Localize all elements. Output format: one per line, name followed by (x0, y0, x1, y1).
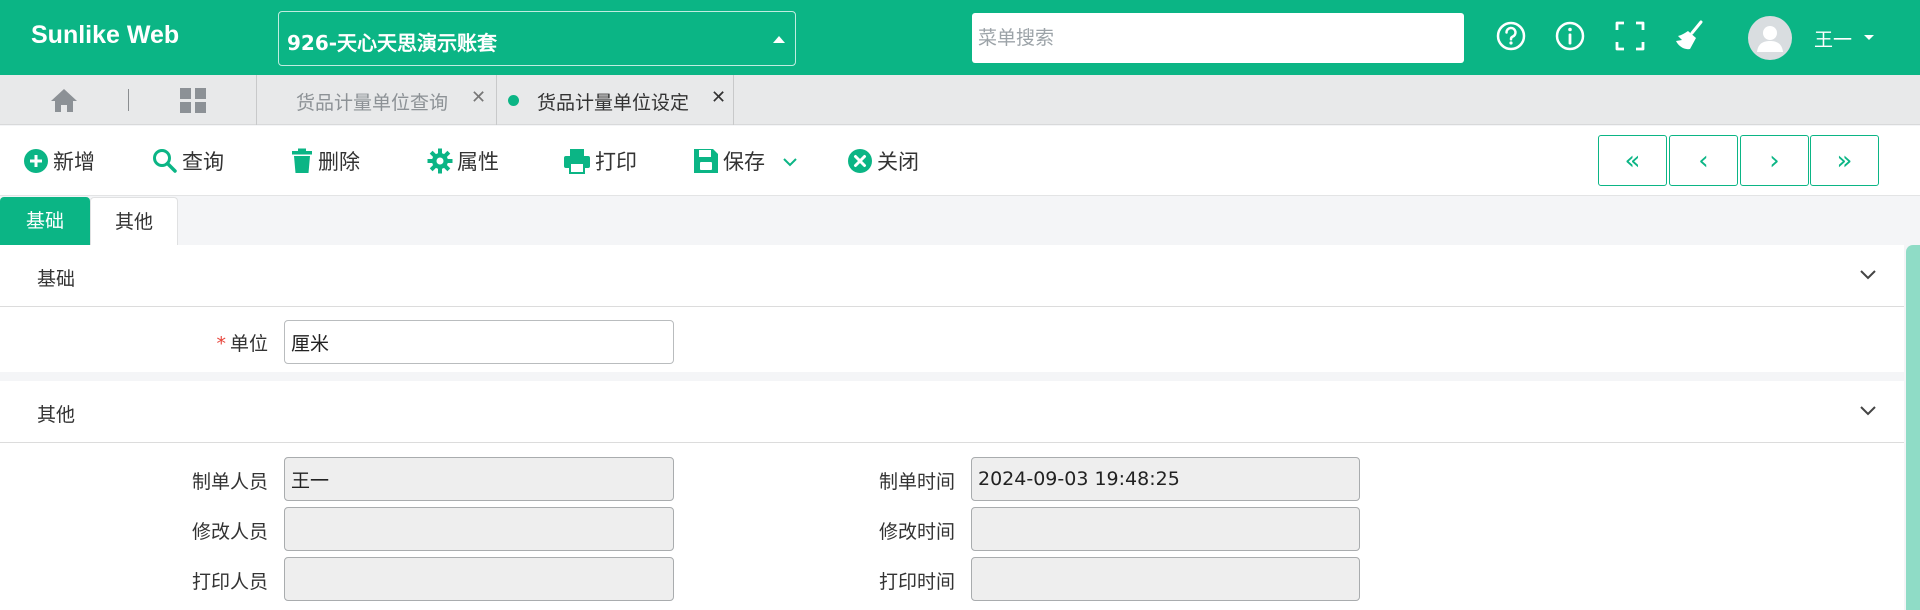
modify-time-label: 修改时间 (878, 521, 955, 543)
close-label: 关闭 (877, 150, 919, 174)
new-button[interactable]: 新增 (23, 144, 95, 178)
menu-search-input[interactable] (972, 13, 1464, 63)
properties-label: 属性 (457, 150, 499, 174)
fullscreen-icon[interactable] (1613, 19, 1647, 53)
tab-strip: 货品计量单位查询 ✕ 货品计量单位设定 ✕ (0, 75, 1920, 125)
trash-icon (292, 148, 312, 173)
print-time-field[interactable] (971, 557, 1360, 601)
top-header: Sunlike Web 926-天心天思演示账套 王一 (0, 0, 1920, 75)
next-record-button[interactable]: › (1740, 135, 1809, 186)
printer-icon (564, 149, 590, 174)
home-icon[interactable] (50, 87, 78, 113)
first-record-button[interactable]: « (1598, 135, 1667, 186)
delete-button[interactable]: 删除 (290, 144, 360, 178)
form-tab-basic[interactable]: 基础 (0, 197, 90, 245)
user-icon (1757, 26, 1783, 52)
unit-label-text: 单位 (229, 333, 268, 355)
section-header-other[interactable]: 其他 (0, 381, 1904, 443)
unit-label: * 单位 (68, 329, 268, 356)
section-title: 其他 (37, 404, 76, 426)
gear-icon (427, 148, 453, 174)
tab-label: 货品计量单位查询 (296, 92, 449, 114)
tab-unit-query[interactable]: 货品计量单位查询 ✕ (256, 75, 496, 125)
chevron-down-icon[interactable] (1864, 35, 1874, 40)
tab-unit-settings[interactable]: 货品计量单位设定 ✕ (496, 75, 734, 125)
printer-field[interactable] (284, 557, 674, 601)
close-circle-icon (848, 149, 872, 173)
help-icon[interactable] (1494, 19, 1528, 53)
plus-circle-icon (24, 149, 48, 173)
toolbar: 新增 查询 删除 属性 打印 保存 关闭 « ‹ › » (0, 126, 1920, 196)
properties-button[interactable]: 属性 (427, 144, 499, 178)
prev-record-button[interactable]: ‹ (1669, 135, 1738, 186)
delete-label: 删除 (318, 150, 360, 174)
save-button[interactable]: 保存 (693, 144, 765, 178)
required-marker: * (216, 333, 226, 355)
save-label: 保存 (723, 150, 765, 174)
printer-label: 打印人员 (191, 571, 268, 593)
double-chevron-left-icon: « (1624, 146, 1641, 176)
create-time-field[interactable] (971, 457, 1360, 501)
print-label: 打印 (595, 150, 637, 174)
modifier-label: 修改人员 (191, 521, 268, 543)
section-other: 其他 制单人员 制单时间 修改人员 修改时间 打印人员 打印时间 (0, 381, 1904, 610)
chevron-right-icon: › (1769, 146, 1780, 176)
query-label: 查询 (182, 150, 224, 174)
modify-time-field[interactable] (971, 507, 1360, 551)
new-label: 新增 (53, 150, 95, 174)
modifier-field[interactable] (284, 507, 674, 551)
section-header-basic[interactable]: 基础 (0, 245, 1904, 307)
broom-icon[interactable] (1673, 19, 1707, 53)
scrollbar[interactable] (1906, 245, 1920, 610)
chevron-down-icon[interactable] (782, 156, 798, 168)
section-basic: 基础 * 单位 (0, 245, 1904, 372)
creator-label: 制单人员 (191, 471, 268, 493)
caret-up-icon (773, 36, 785, 43)
chevron-left-icon: ‹ (1698, 146, 1709, 176)
chevron-down-icon[interactable] (1859, 405, 1877, 417)
query-button[interactable]: 查询 (152, 144, 224, 178)
chevron-down-icon[interactable] (1859, 269, 1877, 281)
info-icon[interactable] (1553, 19, 1587, 53)
last-record-button[interactable]: » (1810, 135, 1879, 186)
close-icon[interactable]: ✕ (471, 87, 486, 108)
brand-logo: Sunlike Web (31, 21, 180, 49)
user-avatar[interactable] (1748, 16, 1792, 60)
search-icon (153, 149, 177, 173)
close-button[interactable]: 关闭 (847, 144, 919, 178)
create-time-label: 制单时间 (878, 471, 955, 493)
section-title: 基础 (37, 268, 76, 290)
grid-icon[interactable] (179, 87, 207, 114)
unit-input[interactable] (284, 320, 674, 364)
print-button[interactable]: 打印 (563, 144, 637, 178)
form-tab-other[interactable]: 其他 (90, 197, 178, 245)
tab-label: 货品计量单位设定 (537, 92, 690, 114)
active-dot (508, 95, 519, 106)
user-name[interactable]: 王一 (1814, 25, 1852, 52)
double-chevron-right-icon: » (1836, 146, 1853, 176)
print-time-label: 打印时间 (878, 571, 955, 593)
close-icon[interactable]: ✕ (711, 87, 726, 108)
creator-field[interactable] (284, 457, 674, 501)
account-value: 926-天心天思演示账套 (287, 31, 498, 55)
floppy-disk-icon (694, 149, 718, 173)
divider (128, 89, 129, 111)
account-selector[interactable]: 926-天心天思演示账套 (278, 11, 796, 66)
